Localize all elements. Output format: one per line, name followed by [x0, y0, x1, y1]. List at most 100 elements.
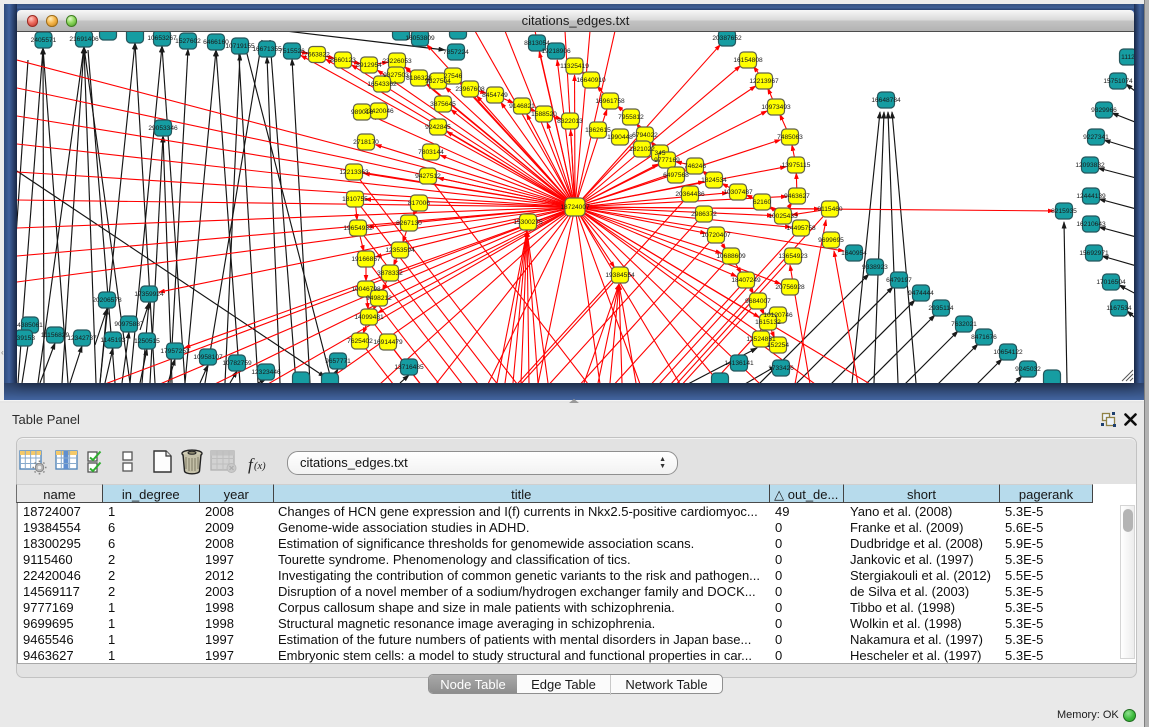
svg-text:10120746: 10120746 [763, 312, 793, 319]
svg-text:9115460: 9115460 [817, 206, 843, 213]
svg-text:18724007: 18724007 [560, 204, 590, 211]
svg-text:7632021: 7632021 [951, 321, 977, 328]
svg-text:16640910: 16640910 [576, 77, 606, 84]
svg-text:8813054: 8813054 [524, 40, 550, 47]
svg-text:20364436: 20364436 [675, 191, 705, 198]
svg-text:8215935: 8215935 [1051, 208, 1077, 215]
svg-text:8471676: 8471676 [971, 334, 997, 341]
svg-text:10307487: 10307487 [723, 189, 753, 196]
svg-text:1167534: 1167534 [1106, 305, 1132, 312]
svg-text:15751074: 15751074 [1103, 78, 1133, 85]
svg-text:10958107: 10958107 [193, 354, 223, 361]
svg-text:10688609: 10688609 [716, 253, 746, 260]
svg-text:13975115: 13975115 [782, 162, 811, 169]
svg-text:19384554: 19384554 [605, 272, 635, 279]
svg-text:8267130: 8267130 [396, 220, 422, 227]
svg-text:19218906: 19218906 [541, 48, 571, 55]
svg-text:10973493: 10973493 [761, 104, 791, 111]
svg-text:10782759: 10782759 [222, 360, 252, 367]
svg-text:2935114: 2935114 [928, 305, 954, 312]
svg-text:13716485: 13716485 [394, 364, 424, 371]
svg-text:10046798: 10046798 [351, 286, 381, 293]
svg-text:10653267: 10653267 [147, 35, 177, 42]
svg-text:15692971: 15692971 [1079, 250, 1109, 257]
svg-text:8454749: 8454749 [482, 92, 508, 99]
svg-text:746246: 746246 [684, 163, 706, 170]
svg-text:9777169: 9777169 [654, 157, 680, 164]
svg-text:90975887: 90975887 [114, 321, 144, 328]
svg-text:(x): (x) [254, 461, 266, 472]
svg-text:1588520: 1588520 [531, 111, 557, 118]
svg-text:27546: 27546 [444, 73, 463, 80]
svg-text:14495758: 14495758 [786, 225, 816, 232]
svg-text:15300275: 15300275 [513, 219, 543, 226]
svg-text:14099481: 14099481 [354, 314, 384, 321]
svg-text:17016504: 17016504 [1096, 279, 1126, 286]
svg-text:4385061: 4385061 [17, 322, 43, 329]
svg-text:20756928: 20756928 [775, 284, 805, 291]
svg-text:12353594: 12353594 [385, 247, 415, 254]
svg-text:2718170: 2718170 [353, 139, 379, 146]
svg-text:20206578: 20206578 [92, 297, 122, 304]
svg-text:9463627: 9463627 [784, 193, 810, 200]
svg-text:9684007: 9684007 [745, 298, 771, 305]
svg-text:11156829: 11156829 [41, 332, 70, 339]
svg-text:6497568: 6497568 [663, 172, 689, 179]
svg-text:12342737: 12342737 [67, 335, 97, 342]
svg-text:9474444: 9474444 [908, 290, 934, 297]
svg-text:16210643: 16210643 [1076, 221, 1106, 228]
svg-text:1733426: 1733426 [768, 365, 794, 372]
svg-text:7485063: 7485063 [777, 134, 803, 141]
svg-text:1824534: 1824534 [701, 177, 727, 184]
svg-text:152254: 152254 [767, 342, 789, 349]
svg-text:1990448: 1990448 [607, 134, 633, 141]
svg-text:1615132: 1615132 [755, 319, 781, 326]
svg-text:9657771: 9657771 [325, 358, 351, 365]
svg-text:12213363: 12213363 [339, 169, 369, 176]
svg-text:439153: 439153 [17, 335, 35, 342]
svg-text:16154808: 16154808 [733, 57, 763, 64]
svg-text:12444139: 12444139 [1076, 193, 1106, 200]
svg-text:2986372: 2986372 [691, 211, 717, 218]
svg-text:1145193: 1145193 [100, 337, 126, 344]
svg-text:2405571: 2405571 [31, 37, 57, 44]
svg-text:23967608: 23967608 [455, 86, 485, 93]
svg-text:3875645: 3875645 [430, 101, 456, 108]
svg-text:7955812: 7955812 [618, 114, 644, 121]
svg-text:8322013: 8322013 [557, 118, 583, 125]
svg-text:12213967: 12213967 [749, 78, 779, 85]
svg-text:7625402: 7625402 [347, 338, 373, 345]
svg-text:19166857: 19166857 [351, 256, 381, 263]
svg-text:9146821: 9146821 [509, 103, 535, 110]
svg-text:1821022: 1821022 [629, 146, 655, 153]
svg-text:3878332: 3878332 [377, 270, 403, 277]
svg-text:16053809: 16053809 [405, 35, 435, 42]
svg-text:1810755: 1810755 [342, 196, 368, 203]
svg-text:20387652: 20387652 [712, 35, 742, 42]
svg-text:9427512: 9427512 [415, 173, 441, 180]
svg-text:17957253: 17957253 [160, 348, 190, 355]
svg-text:10654122: 10654122 [993, 349, 1023, 356]
svg-text:9498212: 9498212 [366, 295, 392, 302]
svg-text:17359924: 17359924 [134, 291, 164, 298]
svg-text:16961758: 16961758 [595, 98, 625, 105]
svg-text:12093832: 12093832 [1075, 162, 1105, 169]
svg-text:7857224: 7857224 [443, 49, 469, 56]
svg-text:1640954: 1640954 [841, 250, 867, 257]
svg-text:9338923: 9338923 [862, 264, 888, 271]
svg-text:7803144: 7803144 [418, 149, 444, 156]
svg-text:16914479: 16914479 [373, 339, 403, 346]
svg-text:14136141: 14136141 [724, 360, 754, 367]
svg-text:11325419: 11325419 [560, 63, 589, 70]
svg-text:817006: 817006 [408, 200, 430, 207]
svg-text:10720407: 10720407 [701, 232, 731, 239]
svg-text:345: 345 [654, 150, 665, 157]
svg-text:9329966: 9329966 [1091, 107, 1117, 114]
svg-text:6479197: 6479197 [886, 277, 912, 284]
svg-text:8660123: 8660123 [330, 57, 356, 64]
svg-text:10719155: 10719155 [225, 43, 255, 50]
svg-text:1362615: 1362615 [585, 127, 611, 134]
svg-text:18407249: 18407249 [731, 277, 761, 284]
svg-text:62160: 62160 [753, 199, 772, 206]
svg-text:7515526: 7515526 [279, 48, 305, 55]
